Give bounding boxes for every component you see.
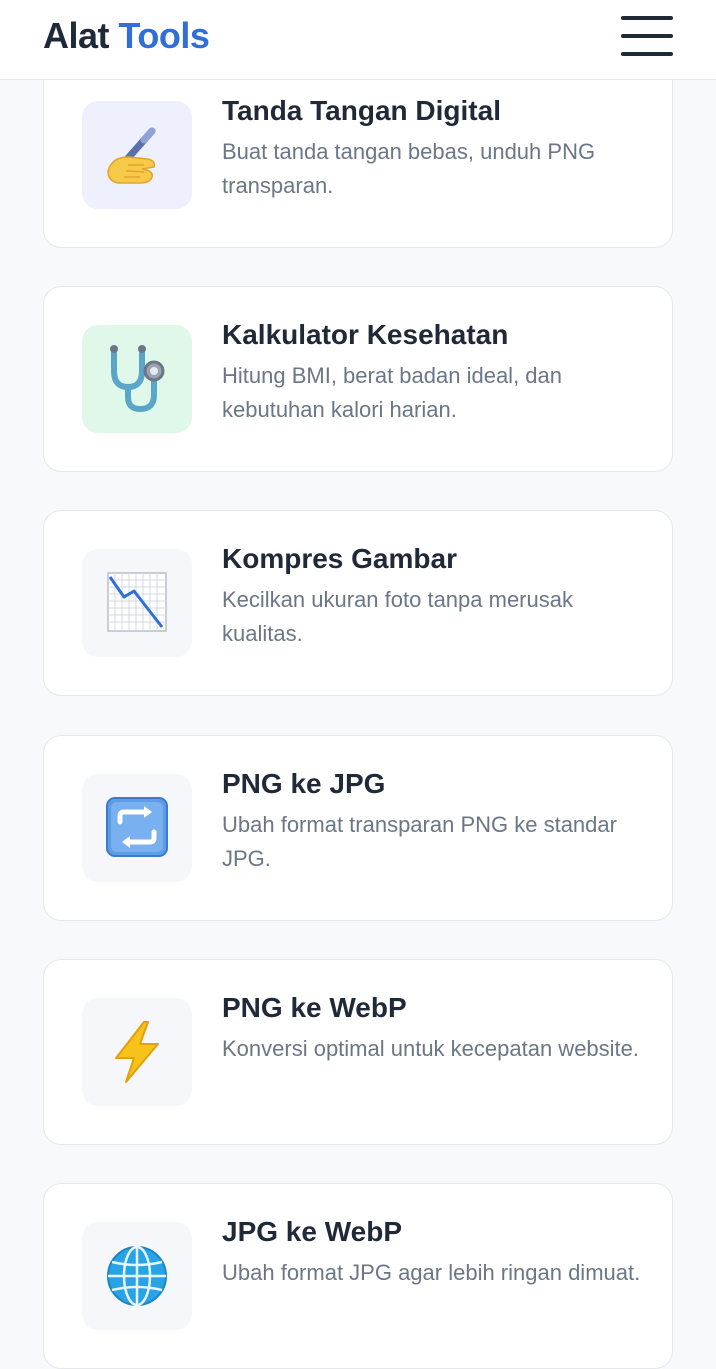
repeat-arrows-icon [82,774,192,882]
tool-card-jpg-ke-webp[interactable]: JPG ke WebP Ubah format JPG agar lebih r… [43,1183,673,1369]
tool-title: PNG ke WebP [222,992,407,1023]
globe-icon [82,1222,192,1330]
stethoscope-icon [82,325,192,433]
menu-bar [621,16,673,20]
writing-hand-icon [82,101,192,209]
tool-title: Tanda Tangan Digital [222,95,501,126]
tool-card-kalkulator-kesehatan[interactable]: Kalkulator Kesehatan Hitung BMI, berat b… [43,286,673,472]
tool-title: JPG ke WebP [222,1216,403,1247]
brand-text-tools: Tools [118,15,210,56]
tool-title: PNG ke JPG [222,768,386,799]
lightning-bolt-icon [82,998,192,1106]
brand-logo[interactable]: Alat Tools [43,14,210,58]
tool-title: Kalkulator Kesehatan [222,319,509,350]
menu-bar [621,52,673,56]
hamburger-menu-icon[interactable] [618,14,676,60]
tool-description: Hitung BMI, berat badan ideal, dan kebut… [222,363,563,422]
tool-description: Konversi optimal untuk kecepatan website… [222,1036,640,1061]
menu-bar [621,34,673,38]
tool-description: Ubah format transparan PNG ke standar JP… [222,812,617,871]
tool-card-png-ke-webp[interactable]: PNG ke WebP Konversi optimal untuk kecep… [43,959,673,1145]
tool-title: Kompres Gambar [222,543,457,574]
tool-description: Ubah format JPG agar lebih ringan dimuat… [222,1260,641,1285]
tool-description: Kecilkan ukuran foto tanpa merusak kuali… [222,587,573,646]
tool-card-png-ke-jpg[interactable]: PNG ke JPG Ubah format transparan PNG ke… [43,735,673,921]
brand-text-alat: Alat [43,15,110,56]
tool-card-tanda-tangan-digital[interactable]: Tanda Tangan Digital Buat tanda tangan b… [43,62,673,248]
app-header: Alat Tools [0,0,716,80]
tool-card-kompres-gambar[interactable]: Kompres Gambar Kecilkan ukuran foto tanp… [43,510,673,696]
chart-decreasing-icon [82,549,192,657]
tool-description: Buat tanda tangan bebas, unduh PNG trans… [222,139,596,198]
